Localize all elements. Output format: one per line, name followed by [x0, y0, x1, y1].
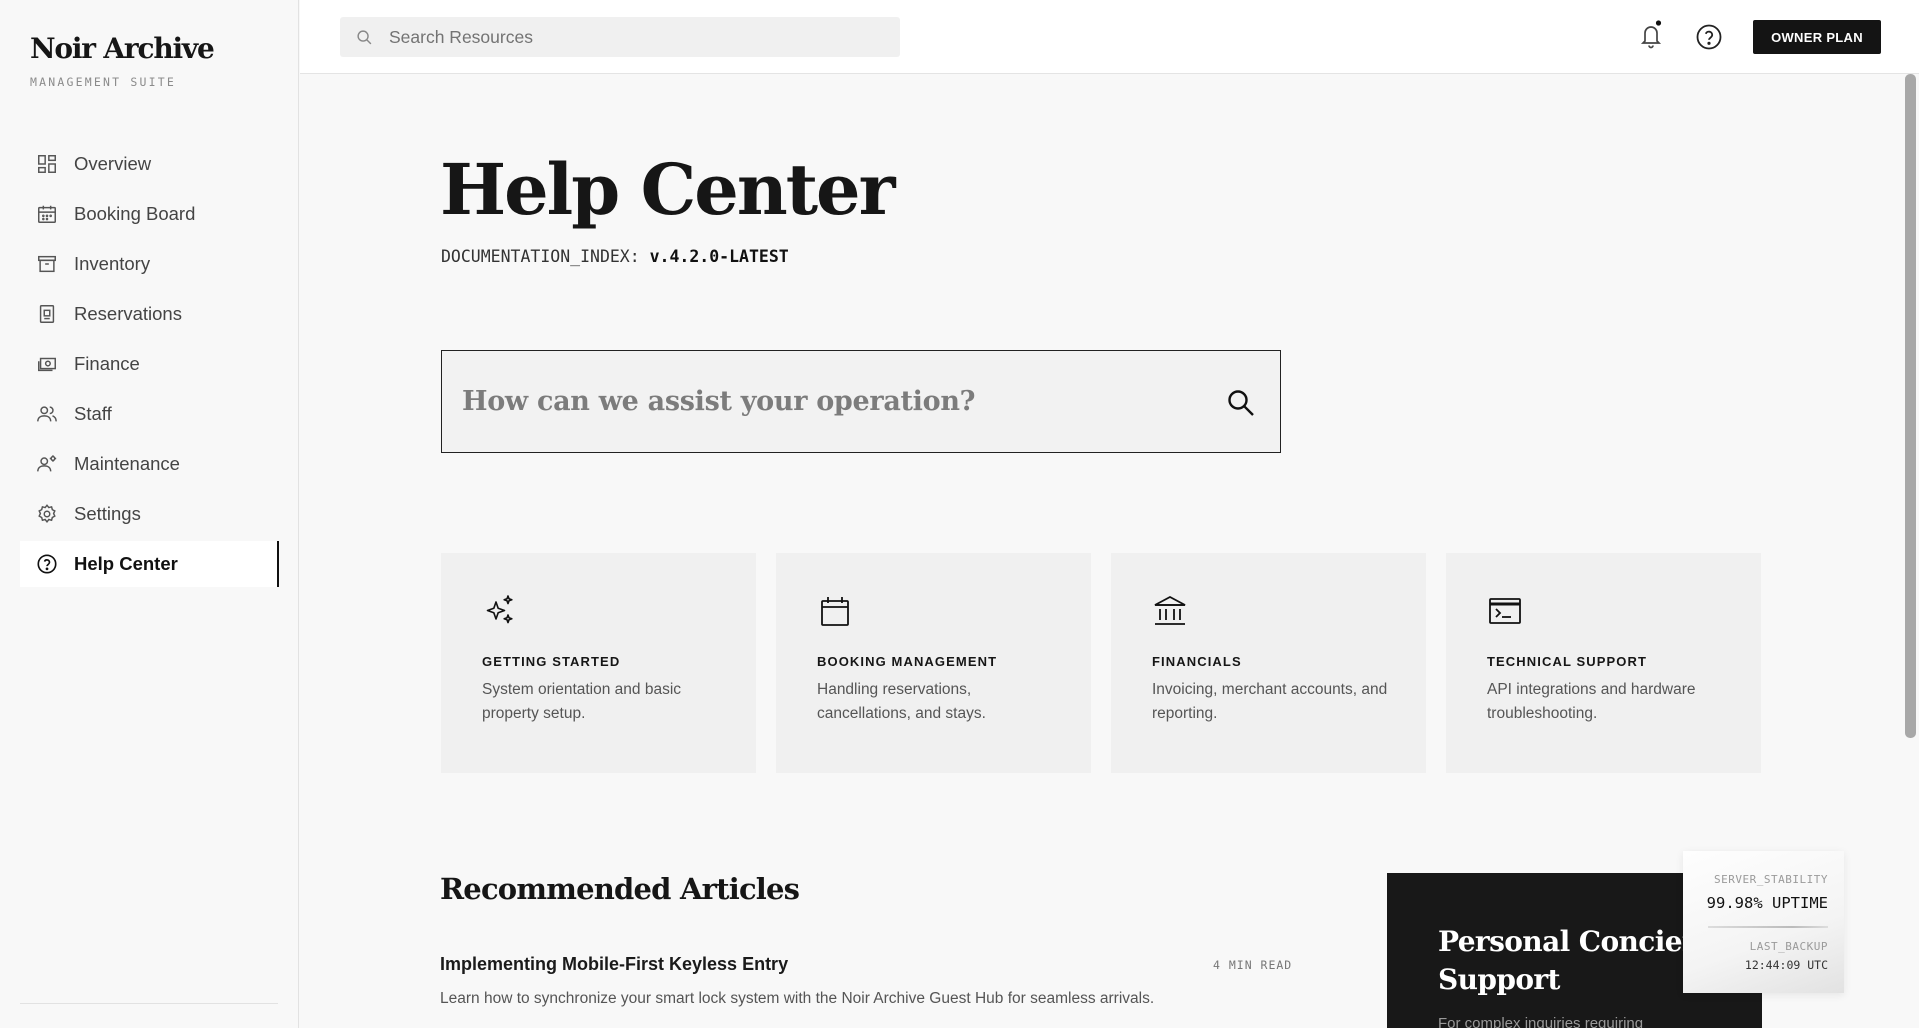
sidebar-item-label: Maintenance [74, 453, 180, 474]
topbar: OWNER PLAN [300, 0, 1919, 74]
terminal-icon [1489, 598, 1521, 624]
help-search-box[interactable]: How can we assist your operation? [441, 350, 1281, 453]
recommended-articles-heading: Recommended Articles [440, 872, 800, 906]
category-desc: Handling reservations, cancellations, an… [817, 681, 986, 722]
help-circle-icon [37, 554, 57, 574]
doc-index: DOCUMENTATION_INDEX: v.4.2.0-LATEST [441, 247, 789, 266]
sidebar-item-finance[interactable]: Finance [20, 341, 279, 387]
category-title: GETTING STARTED [482, 654, 621, 669]
concierge-desc: For complex inquiries requiring [1438, 1015, 1644, 1028]
sidebar-item-help-center[interactable]: Help Center [20, 541, 279, 587]
article-description: Learn how to synchronize your smart lock… [440, 990, 1155, 1007]
sidebar-nav: Overview Booking Board Inventory Reserva… [20, 141, 279, 591]
sidebar-item-reservations[interactable]: Reservations [20, 291, 279, 337]
bank-icon [1154, 595, 1186, 625]
stability-label: SERVER_STABILITY [1714, 873, 1828, 886]
category-desc: API integrations and hardware troublesho… [1487, 681, 1696, 722]
help-search-prompt: How can we assist your operation? [462, 386, 976, 417]
sidebar-item-label: Help Center [74, 553, 178, 574]
sidebar-item-booking-board[interactable]: Booking Board [20, 191, 279, 237]
search-input[interactable] [389, 26, 869, 48]
sidebar-item-label: Settings [74, 503, 141, 524]
sparkles-icon [486, 595, 513, 624]
cash-icon [38, 357, 56, 372]
sidebar-item-maintenance[interactable]: Maintenance [20, 441, 279, 487]
brand-subtitle: MANAGEMENT SUITE [30, 75, 176, 89]
sidebar: Noir Archive MANAGEMENT SUITE Overview B… [0, 0, 299, 1028]
gear-icon [38, 504, 56, 523]
bell-icon [1640, 20, 1662, 49]
brand: Noir Archive MANAGEMENT SUITE [30, 32, 215, 89]
backup-label: LAST_BACKUP [1749, 940, 1828, 953]
document-icon [39, 305, 55, 323]
status-divider [1708, 926, 1828, 928]
article-read-time: 4 MIN READ [1213, 958, 1293, 972]
category-desc: System orientation and basic property se… [482, 681, 682, 722]
sidebar-item-label: Finance [74, 353, 140, 374]
doc-index-key: DOCUMENTATION_INDEX: [441, 247, 640, 266]
scrollbar-thumb[interactable] [1905, 74, 1916, 738]
stability-value: 99.98% UPTIME [1706, 894, 1828, 912]
sidebar-item-staff[interactable]: Staff [20, 391, 279, 437]
category-card-getting-started[interactable]: GETTING STARTED System orientation and b… [441, 553, 756, 773]
calendar-icon [821, 597, 849, 626]
question-circle-icon [1696, 24, 1722, 50]
category-card-technical-support[interactable]: TECHNICAL SUPPORT API integrations and h… [1446, 553, 1761, 773]
owner-plan-button[interactable]: OWNER PLAN [1753, 20, 1881, 54]
sidebar-item-inventory[interactable]: Inventory [20, 241, 279, 287]
grid-icon [38, 155, 56, 173]
category-title: BOOKING MANAGEMENT [817, 654, 998, 669]
archive-box-icon [38, 255, 56, 273]
search-icon [357, 29, 372, 44]
article-title-link[interactable]: Implementing Mobile-First Keyless Entry [440, 954, 788, 975]
category-desc: Invoicing, merchant accounts, and report… [1152, 681, 1388, 722]
sidebar-item-label: Overview [74, 153, 152, 174]
sidebar-item-settings[interactable]: Settings [20, 491, 279, 537]
brand-name: Noir Archive [30, 32, 215, 65]
sidebar-item-label: Staff [74, 403, 112, 424]
category-card-financials[interactable]: FINANCIALS Invoicing, merchant accounts,… [1111, 553, 1426, 773]
engineer-icon [37, 455, 57, 472]
help-button[interactable] [1694, 22, 1724, 52]
system-status-widget: SERVER_STABILITY 99.98% UPTIME LAST_BACK… [1683, 851, 1844, 993]
sidebar-item-label: Reservations [74, 303, 182, 324]
calendar-icon [38, 205, 56, 223]
sidebar-divider [20, 1003, 278, 1004]
category-title: TECHNICAL SUPPORT [1487, 654, 1648, 669]
sidebar-item-label: Booking Board [74, 203, 196, 224]
sidebar-item-label: Inventory [74, 253, 151, 274]
doc-index-value: v.4.2.0-LATEST [649, 247, 789, 266]
backup-value: 12:44:09 UTC [1744, 958, 1828, 972]
search-icon[interactable] [1226, 388, 1256, 418]
sidebar-item-overview[interactable]: Overview [20, 141, 279, 187]
category-title: FINANCIALS [1152, 654, 1242, 669]
people-icon [37, 406, 57, 422]
page-title: Help Center [440, 148, 895, 231]
category-card-booking-management[interactable]: BOOKING MANAGEMENT Handling reservations… [776, 553, 1091, 773]
notifications-button[interactable] [1636, 20, 1666, 50]
resource-search[interactable] [340, 17, 900, 57]
